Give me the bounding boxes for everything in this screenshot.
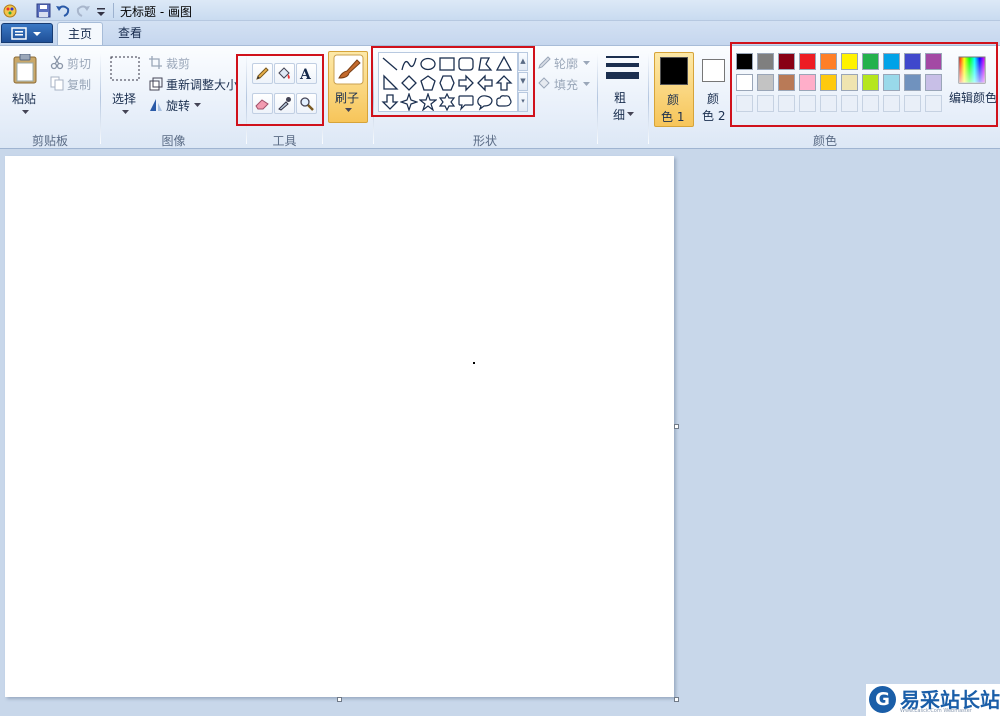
watermark-subtext: Www.Easck.Com Webmaster bbox=[900, 708, 972, 714]
group-separator bbox=[648, 52, 649, 144]
undo-icon[interactable] bbox=[55, 3, 70, 18]
crop-label: 裁剪 bbox=[166, 57, 191, 71]
resize-handle-bottom[interactable] bbox=[337, 697, 342, 702]
group-clipboard: 粘贴 剪切 复制 剪贴板 bbox=[0, 46, 100, 150]
tab-view[interactable]: 查看 bbox=[107, 22, 153, 46]
brushes-dropdown-icon[interactable] bbox=[345, 108, 352, 113]
image-group-label: 图像 bbox=[161, 134, 186, 148]
paste-icon bbox=[13, 54, 37, 84]
size-button[interactable]: 粗 细 bbox=[602, 52, 644, 124]
color2-swatch bbox=[702, 59, 725, 82]
shapes-group-label: 形状 bbox=[472, 134, 497, 148]
resize-label: 重新调整大小 bbox=[166, 78, 239, 92]
resize-handle-corner[interactable] bbox=[674, 697, 679, 702]
fill-label: 填充 bbox=[554, 78, 579, 92]
size-label-1: 粗 bbox=[614, 91, 627, 105]
scissors-icon bbox=[50, 55, 64, 70]
clipboard-group-label: 剪贴板 bbox=[31, 134, 68, 148]
save-icon[interactable] bbox=[36, 3, 51, 18]
color2-label-a: 颜 bbox=[707, 92, 720, 106]
group-image: 选择 裁剪 重新调整大小 旋转 图像 bbox=[101, 46, 246, 150]
canvas-dot bbox=[473, 362, 475, 364]
rotate-icon bbox=[150, 99, 162, 111]
menu-icon bbox=[11, 27, 41, 40]
paste-label: 粘贴 bbox=[12, 92, 37, 106]
watermark-logo: G bbox=[869, 686, 896, 713]
ribbon-home: 粘贴 剪切 复制 剪贴板 选择 裁剪 重新调整大小 旋转 图像 A 工具 刷子 … bbox=[0, 42, 1000, 150]
paint-app-icon[interactable] bbox=[2, 2, 19, 19]
color2-label-b: 色 2 bbox=[702, 109, 726, 123]
copy-label: 复制 bbox=[67, 78, 92, 92]
outline-dropdown-icon bbox=[583, 61, 590, 65]
fill-dropdown-icon bbox=[583, 82, 590, 86]
outline-pencil-icon bbox=[538, 56, 551, 69]
crop-icon bbox=[149, 56, 162, 69]
cut-button[interactable]: 剪切 bbox=[48, 54, 96, 72]
line-width-icon bbox=[606, 56, 639, 79]
size-dropdown-icon bbox=[627, 112, 634, 116]
window-title: 无标题 - 画图 bbox=[120, 5, 192, 19]
brushes-button[interactable]: 刷子 bbox=[328, 51, 368, 123]
paste-dropdown-icon[interactable] bbox=[22, 110, 29, 115]
fill-bucket-icon bbox=[538, 77, 550, 89]
color1-label-a: 颜 bbox=[667, 93, 680, 107]
select-dropdown-icon[interactable] bbox=[122, 110, 129, 115]
canvas-workspace bbox=[0, 150, 1000, 716]
brushes-label: 刷子 bbox=[335, 91, 360, 105]
outline-label: 轮廓 bbox=[554, 57, 579, 71]
highlight-box-tools bbox=[236, 54, 324, 126]
tab-home[interactable]: 主页 bbox=[57, 22, 103, 46]
rotate-button[interactable]: 旋转 bbox=[148, 96, 208, 114]
watermark: G 易采站长站 Www.Easck.Com Webmaster bbox=[866, 684, 1000, 716]
title-separator bbox=[113, 3, 114, 18]
rotate-label: 旋转 bbox=[166, 99, 191, 113]
paint-menu-button[interactable] bbox=[1, 23, 53, 43]
color2-button[interactable]: 颜 色 2 bbox=[697, 52, 731, 127]
customize-quick-access-icon[interactable] bbox=[95, 3, 110, 18]
redo-icon[interactable] bbox=[76, 3, 91, 18]
resize-icon bbox=[149, 77, 163, 91]
select-rectangle-icon bbox=[110, 56, 140, 81]
drawing-canvas[interactable] bbox=[5, 156, 674, 697]
color1-label-b: 色 1 bbox=[661, 110, 685, 124]
copy-icon bbox=[50, 76, 64, 91]
resize-handle-right[interactable] bbox=[674, 424, 679, 429]
tools-group-label: 工具 bbox=[272, 134, 297, 148]
group-separator bbox=[597, 52, 598, 144]
highlight-box-colors bbox=[730, 42, 998, 127]
brush-icon bbox=[333, 54, 364, 85]
paste-button[interactable]: 粘贴 bbox=[4, 52, 46, 126]
size-label-2: 细 bbox=[613, 108, 626, 122]
select-label: 选择 bbox=[112, 92, 137, 106]
highlight-box-shapes bbox=[371, 46, 535, 117]
fill-button[interactable]: 填充 bbox=[536, 75, 594, 93]
colors-group-label: 颜色 bbox=[812, 134, 837, 148]
copy-button[interactable]: 复制 bbox=[48, 75, 96, 93]
select-button[interactable]: 选择 bbox=[105, 52, 145, 126]
outline-button[interactable]: 轮廓 bbox=[536, 54, 594, 72]
color1-swatch bbox=[660, 57, 688, 85]
rotate-dropdown-icon[interactable] bbox=[194, 103, 201, 108]
crop-button[interactable]: 裁剪 bbox=[148, 54, 208, 72]
resize-button[interactable]: 重新调整大小 bbox=[148, 75, 243, 93]
title-bar: 无标题 - 画图 bbox=[0, 0, 1000, 21]
cut-label: 剪切 bbox=[67, 57, 92, 71]
color1-button[interactable]: 颜 色 1 bbox=[654, 52, 694, 127]
